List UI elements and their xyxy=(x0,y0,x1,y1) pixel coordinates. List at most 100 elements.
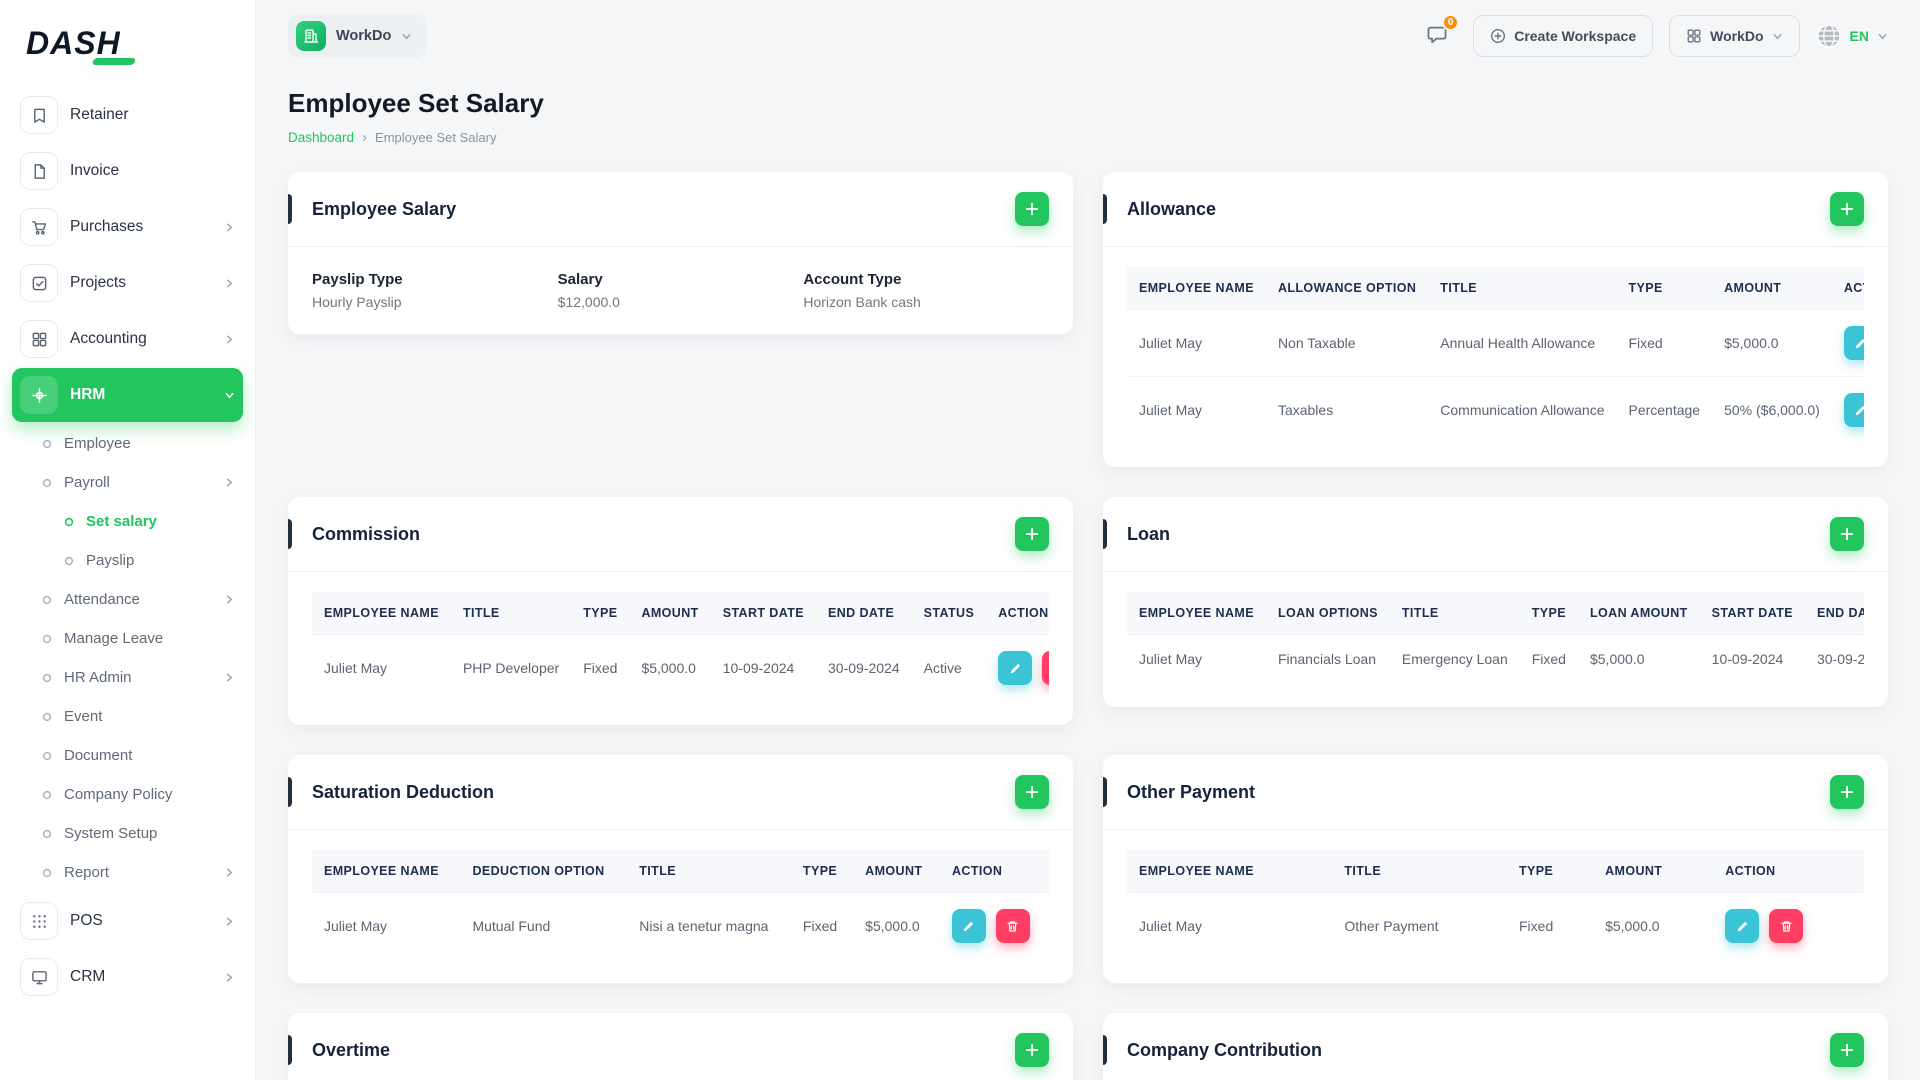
sidebar-nav: Retainer Invoice Purchases Projects Acco… xyxy=(0,88,255,1004)
apps-grid-icon xyxy=(1686,28,1702,44)
sidebar-item-hrm[interactable]: HRM xyxy=(12,368,243,422)
plus-icon xyxy=(1839,1042,1855,1058)
column-header: END DATE xyxy=(816,592,912,635)
circle-icon xyxy=(42,712,52,722)
sidebar-item-label: HR Admin xyxy=(64,669,132,686)
field-label: Salary xyxy=(557,271,603,288)
cell-amount: $5,000.0 xyxy=(1712,309,1832,377)
sidebar-item-label: Attendance xyxy=(64,591,140,608)
sidebar-item-label: Accounting xyxy=(70,330,147,347)
pencil-icon xyxy=(1009,662,1022,675)
cell-employee-name: Juliet May xyxy=(1127,376,1266,443)
edit-button[interactable] xyxy=(1725,909,1760,943)
field-label: Account Type xyxy=(803,271,902,288)
sidebar-item-retainer[interactable]: Retainer xyxy=(12,88,243,142)
pencil-icon xyxy=(962,920,975,933)
add-company-contribution-button[interactable] xyxy=(1830,1033,1864,1067)
cell-amount: 50% ($6,000.0) xyxy=(1712,376,1832,443)
language-selector[interactable]: EN xyxy=(1816,23,1888,49)
sidebar-item-system-setup[interactable]: System Setup xyxy=(12,814,243,853)
messages-button[interactable]: 0 xyxy=(1417,14,1460,56)
app-logo[interactable]: DASH xyxy=(0,0,255,86)
column-header: START DATE xyxy=(710,592,817,635)
sidebar-item-set-salary[interactable]: Set salary xyxy=(12,502,243,541)
sidebar-item-report[interactable]: Report xyxy=(12,853,243,892)
card-title: Allowance xyxy=(1127,198,1217,219)
edit-button[interactable] xyxy=(998,651,1033,685)
table-header-row: EMPLOYEE NAME TITLE TYPE AMOUNT ACTION xyxy=(1127,850,1864,893)
workspace-selector[interactable]: WorkDo xyxy=(288,14,427,58)
cell-type: Fixed xyxy=(571,634,630,701)
delete-button[interactable] xyxy=(1769,909,1804,943)
plus-circle-icon xyxy=(1490,28,1506,44)
table-header-row: EMPLOYEE NAME ALLOWANCE OPTION TITLE TYP… xyxy=(1127,267,1864,310)
chevron-down-icon xyxy=(401,31,412,42)
column-header: TYPE xyxy=(1519,592,1578,635)
employee-salary-card: Employee Salary Payslip Type Hourly Pays… xyxy=(288,172,1073,334)
cell-title: Annual Health Allowance xyxy=(1428,309,1617,377)
sidebar-item-payroll[interactable]: Payroll xyxy=(12,463,243,502)
bookmark-icon xyxy=(20,96,58,134)
column-header: EMPLOYEE NAME xyxy=(1127,267,1266,310)
workdo-menu-button[interactable]: WorkDo xyxy=(1669,15,1800,57)
sidebar-item-event[interactable]: Event xyxy=(12,697,243,736)
table-header-row: EMPLOYEE NAME DEDUCTION OPTION TITLE TYP… xyxy=(312,850,1049,893)
breadcrumb-home-link[interactable]: Dashboard xyxy=(288,130,354,145)
monitor-icon xyxy=(20,958,58,996)
column-header: EMPLOYEE NAME xyxy=(1127,592,1266,635)
sidebar-item-accounting[interactable]: Accounting xyxy=(12,312,243,366)
workspace-icon xyxy=(296,21,326,51)
add-allowance-button[interactable] xyxy=(1830,192,1864,226)
circle-icon xyxy=(64,556,74,566)
logo-swoosh xyxy=(91,58,136,65)
cell-end-date: 30-09-2024 xyxy=(816,634,912,701)
add-overtime-button[interactable] xyxy=(1015,1033,1049,1067)
saturation-deduction-card: Saturation Deduction EMPLOYEE NAME DEDUC… xyxy=(288,755,1073,983)
edit-button[interactable] xyxy=(1843,393,1864,427)
workspace-name: WorkDo xyxy=(336,28,392,44)
sidebar-item-invoice[interactable]: Invoice xyxy=(12,144,243,198)
card-title: Commission xyxy=(312,523,421,544)
sidebar-item-crm[interactable]: CRM xyxy=(12,950,243,1004)
sidebar-item-label: Employee xyxy=(64,435,131,452)
create-workspace-label: Create Workspace xyxy=(1514,28,1637,44)
grid-icon xyxy=(20,320,58,358)
page-content: Employee Set Salary Dashboard › Employee… xyxy=(256,72,1920,1080)
edit-button[interactable] xyxy=(951,909,986,943)
field-value: Hourly Payslip xyxy=(312,294,402,310)
delete-button[interactable] xyxy=(995,909,1030,943)
cell-employee-name: Juliet May xyxy=(312,634,451,701)
column-header: ACTION xyxy=(986,592,1049,635)
sidebar-item-projects[interactable]: Projects xyxy=(12,256,243,310)
chevron-right-icon xyxy=(224,867,235,878)
sidebar-item-manage-leave[interactable]: Manage Leave xyxy=(12,619,243,658)
edit-button[interactable] xyxy=(1843,326,1864,360)
sidebar-item-employee[interactable]: Employee xyxy=(12,424,243,463)
sidebar-item-payslip[interactable]: Payslip xyxy=(12,541,243,580)
dots-grid-icon xyxy=(20,902,58,940)
cell-amount: $5,000.0 xyxy=(853,892,940,959)
sidebar-item-purchases[interactable]: Purchases xyxy=(12,200,243,254)
sidebar-item-attendance[interactable]: Attendance xyxy=(12,580,243,619)
add-commission-button[interactable] xyxy=(1015,517,1049,551)
sidebar-item-company-policy[interactable]: Company Policy xyxy=(12,775,243,814)
delete-button[interactable] xyxy=(1042,651,1049,685)
trash-icon xyxy=(1780,920,1793,933)
sidebar-item-label: Payslip xyxy=(86,552,135,569)
column-header: STATUS xyxy=(911,592,987,635)
add-employee-salary-button[interactable] xyxy=(1015,192,1049,226)
sidebar-item-hr-admin[interactable]: HR Admin xyxy=(12,658,243,697)
create-workspace-button[interactable]: Create Workspace xyxy=(1473,15,1654,57)
sidebar-item-document[interactable]: Document xyxy=(12,736,243,775)
cell-title: Emergency Loan xyxy=(1389,634,1520,683)
payslip-type-field: Payslip Type Hourly Payslip xyxy=(312,271,558,310)
add-other-payment-button[interactable] xyxy=(1830,775,1864,809)
chevron-right-icon xyxy=(224,477,235,488)
column-header: EMPLOYEE NAME xyxy=(312,850,461,893)
sidebar-item-label: Manage Leave xyxy=(64,630,164,647)
check-square-icon xyxy=(20,264,58,302)
add-loan-button[interactable] xyxy=(1830,517,1864,551)
sidebar-item-pos[interactable]: POS xyxy=(12,894,243,948)
column-header: DEDUCTION OPTION xyxy=(460,850,628,893)
add-saturation-deduction-button[interactable] xyxy=(1015,775,1049,809)
